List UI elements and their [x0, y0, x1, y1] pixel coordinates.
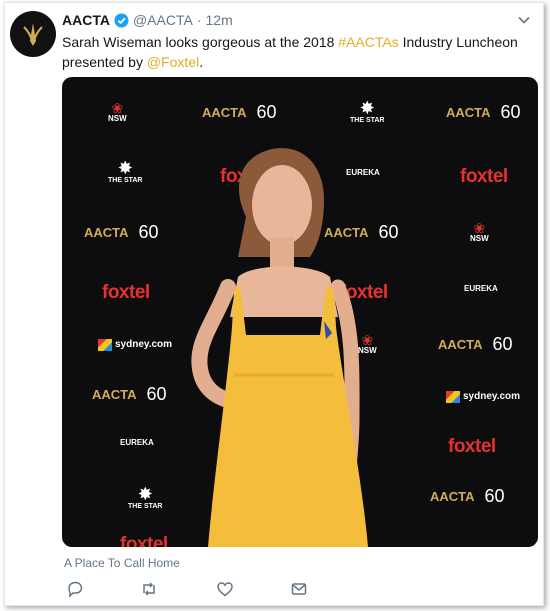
- tweet-photo[interactable]: ❀ NSW AACTA 60 ✸ THE STAR AACTA 60 ✸ THE STAR…: [62, 77, 538, 547]
- verified-icon: [114, 12, 129, 28]
- tweet-header: AACTA @AACTA · 12m: [62, 12, 233, 28]
- message-icon[interactable]: [290, 580, 308, 598]
- like-icon[interactable]: [216, 580, 234, 598]
- aacta-logo-icon: [23, 23, 43, 46]
- avatar[interactable]: [10, 11, 56, 57]
- tweet-actions: [62, 580, 362, 600]
- reply-icon[interactable]: [66, 580, 84, 598]
- hashtag-link[interactable]: #AACTAs: [338, 34, 398, 50]
- mention-link[interactable]: @Foxtel: [147, 54, 199, 70]
- separator-dot: ·: [196, 12, 202, 28]
- tweet-text-part: Sarah Wiseman looks gorgeous at the 2018: [62, 34, 339, 50]
- retweet-icon[interactable]: [140, 580, 158, 598]
- author-handle[interactable]: @AACTA: [133, 12, 193, 28]
- chevron-down-icon[interactable]: [517, 13, 531, 27]
- photo-caption[interactable]: A Place To Call Home: [64, 556, 180, 570]
- tweet-text-part: .: [199, 54, 204, 70]
- tweet-text: Sarah Wiseman looks gorgeous at the 2018…: [62, 32, 532, 72]
- tweet-card: AACTA @AACTA · 12m Sarah Wiseman looks g…: [4, 2, 544, 606]
- tweet-time[interactable]: 12m: [206, 12, 233, 28]
- author-name[interactable]: AACTA: [62, 12, 110, 28]
- woman-in-yellow-dress: [191, 148, 368, 547]
